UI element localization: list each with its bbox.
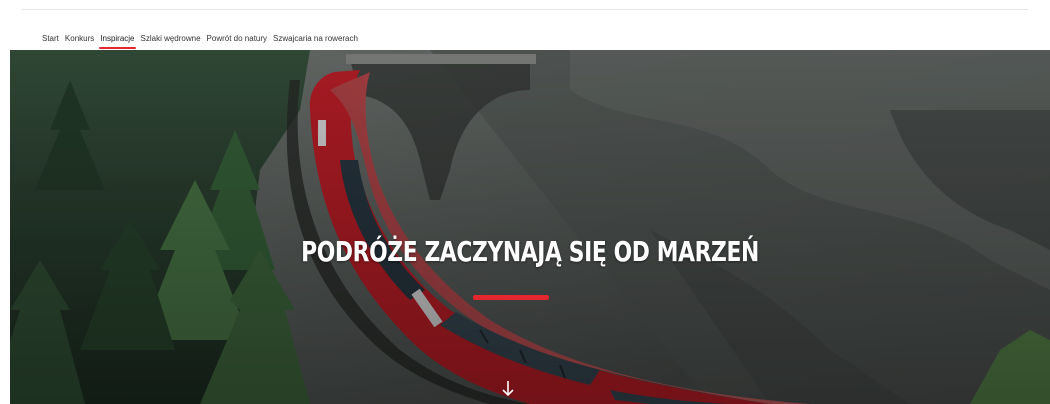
hero-title: PODRÓŻE ZACZYNAJĄ SIĘ OD MARZEŃ [301,235,759,268]
nav-item-konkurs[interactable]: Konkurs [65,34,94,43]
arrow-down-icon[interactable] [500,380,516,398]
hero-background-image [10,50,1050,404]
nav-item-szwajcaria-na-rowerach[interactable]: Szwajcaria na rowerach [273,34,358,43]
nav-item-inspiracje[interactable]: Inspiracje [99,34,136,49]
nav-item-szlaki-wedrowne[interactable]: Szlaki wędrowne [141,34,201,43]
hero-title-underline [473,295,549,300]
nav-item-start[interactable]: Start [42,34,59,43]
top-divider [22,9,1028,10]
nav-item-powrot-do-natury[interactable]: Powrót do natury [207,34,267,43]
main-navigation: Start Konkurs Inspiracje Szlaki wędrowne… [42,31,364,49]
hero-banner: PODRÓŻE ZACZYNAJĄ SIĘ OD MARZEŃ [10,50,1050,404]
